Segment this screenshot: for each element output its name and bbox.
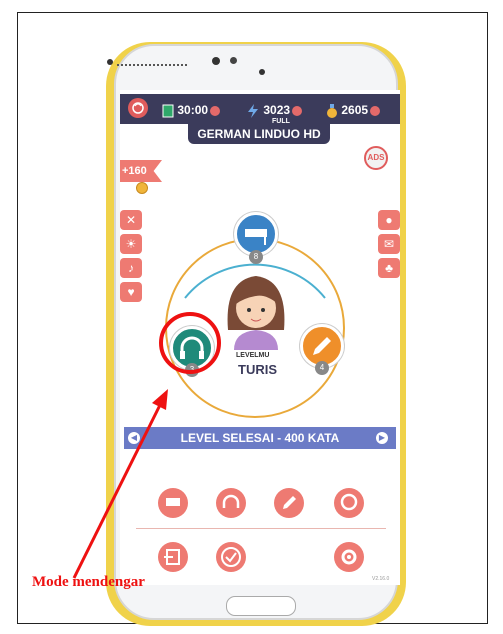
annotation-arrow — [72, 389, 168, 579]
annotation-caption: Mode mendengar — [32, 574, 145, 590]
